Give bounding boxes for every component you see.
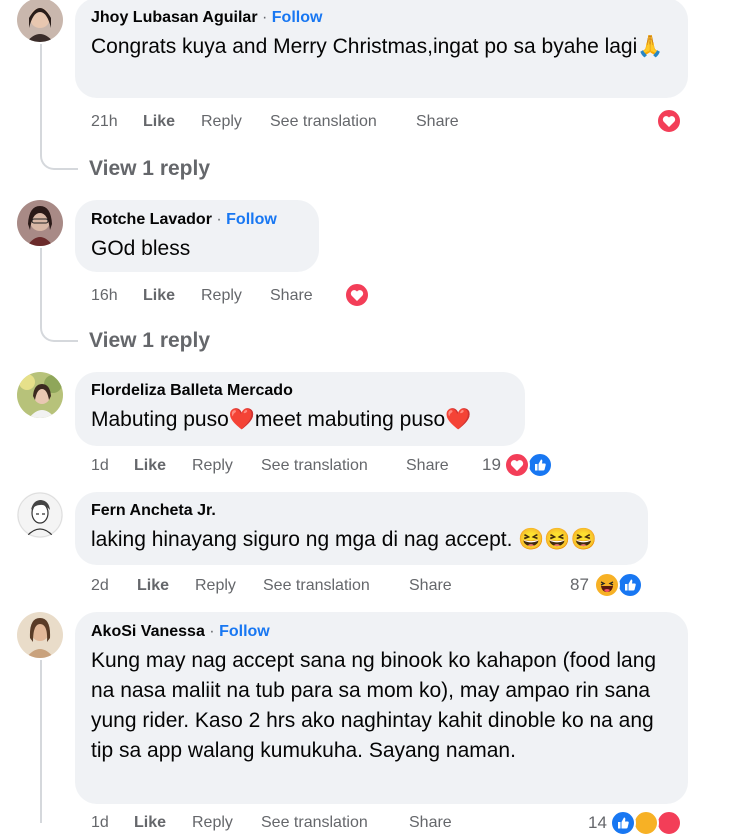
reaction-count: 87: [570, 575, 589, 594]
like-reaction-icon: [527, 452, 553, 478]
reactions[interactable]: 87: [570, 572, 650, 598]
love-reaction-icon: [504, 452, 530, 478]
see-translation-button[interactable]: See translation: [261, 812, 368, 834]
comment-text: laking hinayang siguro ng mga di nag acc…: [91, 528, 597, 551]
reply-connector: [40, 120, 78, 170]
see-translation-button[interactable]: See translation: [270, 111, 377, 133]
see-translation-button[interactable]: See translation: [263, 575, 370, 597]
reply-button[interactable]: Reply: [192, 455, 233, 477]
comment-text: Congrats kuya and Merry Christmas,ingat …: [91, 35, 664, 58]
like-reaction-icon: [617, 572, 643, 598]
follow-button[interactable]: Follow: [272, 9, 323, 26]
reaction-count: 19: [482, 455, 501, 474]
reactions[interactable]: [656, 108, 686, 134]
comment-time[interactable]: 16h: [91, 285, 118, 307]
comment-bubble: Fern Ancheta Jr. laking hinayang siguro …: [75, 492, 648, 565]
comment-actions: 2d Like Reply See translation Share: [91, 575, 491, 597]
comment-author[interactable]: Fern Ancheta Jr.: [91, 502, 216, 519]
see-translation-button[interactable]: See translation: [261, 455, 368, 477]
separator-dot: ·: [216, 211, 222, 228]
share-button[interactable]: Share: [409, 812, 452, 834]
comment-actions: 1d Like Reply See translation Share: [91, 455, 491, 477]
comment-time[interactable]: 2d: [91, 575, 109, 597]
like-button[interactable]: Like: [143, 111, 175, 133]
avatar[interactable]: [17, 492, 63, 538]
comment-time[interactable]: 21h: [91, 111, 118, 133]
thread-line: [40, 660, 42, 823]
love-reaction-icon: [656, 810, 682, 836]
haha-reaction-icon: [633, 810, 659, 836]
avatar[interactable]: [17, 612, 63, 658]
share-button[interactable]: Share: [270, 285, 313, 307]
share-button[interactable]: Share: [406, 455, 449, 477]
comment-actions: 21h Like Reply See translation Share: [91, 111, 491, 133]
comment-author[interactable]: Rotche Lavador: [91, 211, 212, 228]
comment-text: Kung may nag accept sana ng binook ko ka…: [91, 649, 657, 762]
avatar[interactable]: [17, 200, 63, 246]
view-replies-link[interactable]: View 1 reply: [89, 156, 210, 182]
comment-author[interactable]: Flordeliza Balleta Mercado: [91, 382, 293, 399]
comment-author[interactable]: Jhoy Lubasan Aguilar: [91, 9, 258, 26]
comment-bubble: AkoSi Vanessa · Follow Kung may nag acce…: [75, 612, 688, 804]
share-button[interactable]: Share: [409, 575, 452, 597]
like-button[interactable]: Like: [137, 575, 169, 597]
comment-bubble: Flordeliza Balleta Mercado Mabuting puso…: [75, 372, 525, 446]
comment-time[interactable]: 1d: [91, 455, 109, 477]
love-reaction-icon: [656, 108, 682, 134]
comment-text: Mabuting puso❤️meet mabuting puso❤️: [91, 408, 472, 431]
share-button[interactable]: Share: [416, 111, 459, 133]
follow-button[interactable]: Follow: [226, 211, 277, 228]
like-button[interactable]: Like: [134, 455, 166, 477]
avatar[interactable]: [17, 0, 63, 42]
avatar[interactable]: [17, 372, 63, 418]
like-reaction-icon: [610, 810, 636, 836]
view-replies-link[interactable]: View 1 reply: [89, 328, 210, 354]
reply-button[interactable]: Reply: [195, 575, 236, 597]
comment-author[interactable]: AkoSi Vanessa: [91, 623, 205, 640]
comment-text: GOd bless: [91, 237, 191, 260]
haha-reaction-icon: [594, 572, 620, 598]
comment-bubble: Jhoy Lubasan Aguilar · Follow Congrats k…: [75, 0, 688, 98]
comment-time[interactable]: 1d: [91, 812, 109, 834]
like-button[interactable]: Like: [143, 285, 175, 307]
reply-button[interactable]: Reply: [192, 812, 233, 834]
reactions[interactable]: 19: [482, 452, 562, 478]
reactions[interactable]: [344, 282, 374, 308]
follow-button[interactable]: Follow: [219, 623, 270, 640]
comment-bubble: Rotche Lavador · Follow GOd bless: [75, 200, 319, 272]
reply-button[interactable]: Reply: [201, 285, 242, 307]
thread-line: [40, 248, 42, 294]
comment-actions: 1d Like Reply See translation Share: [91, 812, 491, 834]
love-reaction-icon: [344, 282, 370, 308]
reaction-count: 14: [588, 813, 607, 832]
separator-dot: ·: [262, 9, 268, 26]
thread-line: [40, 44, 42, 124]
reply-connector: [40, 292, 78, 342]
like-button[interactable]: Like: [134, 812, 166, 834]
comment-actions: 16h Like Reply Share: [91, 285, 331, 307]
separator-dot: ·: [209, 623, 215, 640]
reactions[interactable]: 14: [588, 810, 688, 836]
reply-button[interactable]: Reply: [201, 111, 242, 133]
